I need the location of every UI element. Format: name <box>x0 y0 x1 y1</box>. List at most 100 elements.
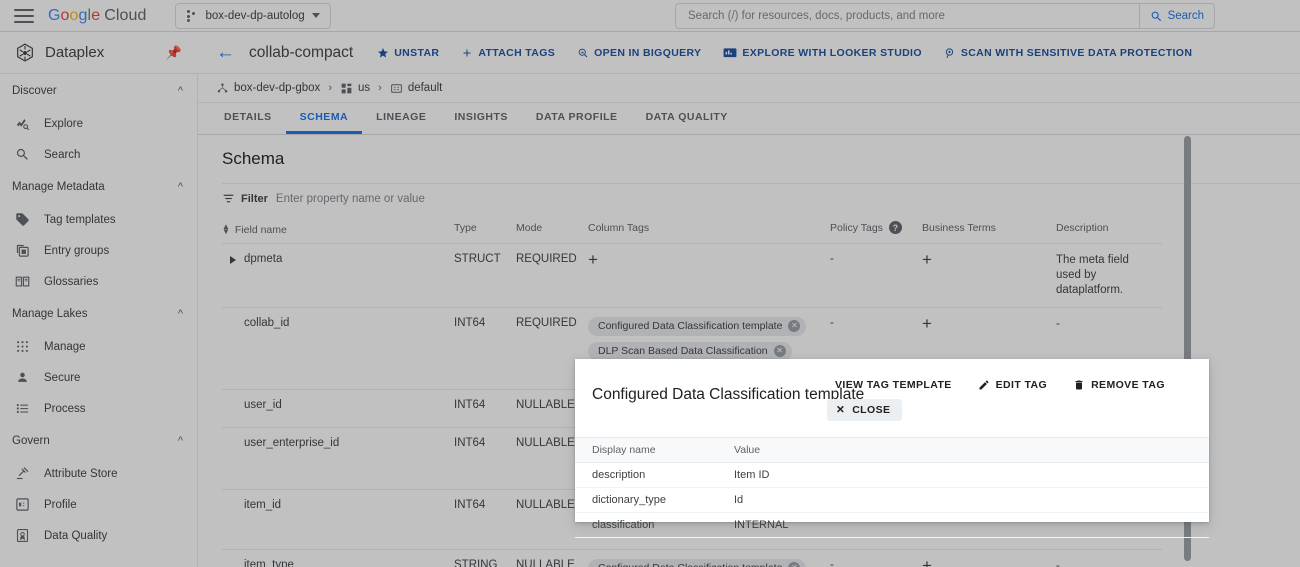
chevron-up-icon[interactable]: ^ <box>178 181 183 193</box>
page-title: collab-compact <box>249 43 354 61</box>
entry-groups-icon <box>14 243 30 259</box>
sidebar-item-tag-templates[interactable]: Tag templates <box>0 204 197 235</box>
sidebar-item-glossaries[interactable]: Glossaries <box>0 266 197 297</box>
cell-field-name: item_id <box>222 489 454 550</box>
view-tag-template-button[interactable]: VIEW TAG TEMPLATE <box>835 379 952 391</box>
project-selector[interactable]: box-dev-dp-autolog <box>174 2 331 29</box>
column-header-type[interactable]: Type <box>454 213 516 244</box>
tab-insights[interactable]: INSIGHTS <box>440 103 522 134</box>
column-tag-chip[interactable]: Configured Data Classification template … <box>588 316 807 336</box>
chevron-up-icon[interactable]: ^ <box>178 435 183 447</box>
pin-icon[interactable]: 📌 <box>166 45 182 61</box>
hamburger-menu-icon[interactable] <box>14 8 34 23</box>
edit-tag-button[interactable]: EDIT TAG <box>978 379 1047 391</box>
sidebar-item-process[interactable]: Process <box>0 393 197 424</box>
tab-data-profile[interactable]: DATA PROFILE <box>522 103 632 134</box>
field-name-label: collab_id <box>244 316 290 329</box>
column-header-description[interactable]: Description <box>1056 213 1162 244</box>
add-business-term-button[interactable]: + <box>922 251 932 268</box>
cell-policy-tags: - <box>830 549 922 567</box>
tab-data-quality[interactable]: DATA QUALITY <box>632 103 742 134</box>
column-header-mode[interactable]: Mode <box>516 213 588 244</box>
sidebar-item-profile[interactable]: Profile <box>0 489 197 520</box>
scan-with-sensitive-data-protection-label: SCAN WITH SENSITIVE DATA PROTECTION <box>960 46 1193 59</box>
close-circle-icon[interactable]: ✕ <box>788 320 801 333</box>
tag-popup-actions: VIEW TAG TEMPLATE EDIT TAG REMOVE TAG <box>835 379 1165 391</box>
explore-icon <box>14 116 30 132</box>
sidebar-item-manage[interactable]: Manage <box>0 331 197 362</box>
sidebar-item-label: Manage <box>44 340 86 353</box>
tab-lineage[interactable]: LINEAGE <box>362 103 440 134</box>
cell-type: STRING <box>454 549 516 567</box>
pencil-icon <box>979 380 989 390</box>
sidebar-item-search[interactable]: Search <box>0 139 197 170</box>
add-business-term-button[interactable]: + <box>922 557 932 567</box>
search-button[interactable]: Search <box>1138 4 1214 28</box>
open-in-bigquery-button[interactable]: OPEN IN BIGQUERY <box>577 47 701 59</box>
table-row[interactable]: item_type STRING NULLABLE Configured Dat… <box>222 549 1162 567</box>
sidebar-group-manage-lakes[interactable]: Manage Lakes ^ <box>0 297 197 331</box>
entity-tab-bar: DETAILS SCHEMA LINEAGE INSIGHTS DATA PRO… <box>198 103 1300 135</box>
close-circle-icon[interactable]: ✕ <box>788 562 801 567</box>
expand-triangle-icon[interactable] <box>230 255 236 264</box>
table-row[interactable]: dpmeta STRUCT REQUIRED + - + The meta fi… <box>222 243 1162 308</box>
explore-with-looker-studio-button[interactable]: EXPLORE WITH LOOKER STUDIO <box>723 47 922 59</box>
cell-business-terms: + <box>922 549 1056 567</box>
add-column-tag-button[interactable]: + <box>588 251 598 268</box>
back-arrow-icon[interactable]: ← <box>216 43 235 62</box>
cell-field-name: item_type <box>222 549 454 567</box>
attach-tags-button[interactable]: ATTACH TAGS <box>461 47 555 59</box>
sidebar-item-label: Process <box>44 402 86 415</box>
column-header-business-terms[interactable]: Business Terms <box>922 213 1056 244</box>
column-tag-label: Configured Data Classification template <box>598 562 782 567</box>
close-circle-icon[interactable]: ✕ <box>773 345 786 358</box>
chevron-up-icon[interactable]: ^ <box>178 85 183 97</box>
tag-popup-header: Configured Data Classification template … <box>575 359 1209 437</box>
column-header-field-name[interactable]: ▲ ▼ Field name <box>222 213 454 244</box>
edit-tag-label: EDIT TAG <box>995 379 1048 391</box>
filter-button[interactable]: Filter <box>222 192 268 205</box>
cell-mode: NULLABLE <box>516 549 588 567</box>
field-name-label: user_id <box>244 398 282 411</box>
remove-tag-button[interactable]: REMOVE TAG <box>1073 379 1165 391</box>
chevron-up-icon[interactable]: ^ <box>178 308 183 320</box>
column-header-column-tags[interactable]: Column Tags <box>588 213 830 244</box>
column-header-value: Value <box>717 437 1209 463</box>
project-dots-icon <box>186 9 199 22</box>
breadcrumb-item-project[interactable]: box-dev-dp-gbox <box>216 82 320 95</box>
column-tag-chip[interactable]: Configured Data Classification template … <box>588 558 807 567</box>
sidebar-item-data-quality[interactable]: Data Quality <box>0 520 197 551</box>
cell-description: - <box>1056 549 1162 567</box>
search-input[interactable] <box>676 4 1139 28</box>
close-label: CLOSE <box>852 404 891 416</box>
cell-column-tags: + <box>588 243 830 308</box>
filter-label: Filter <box>241 192 268 205</box>
sidebar-group-discover[interactable]: Discover ^ <box>0 74 197 108</box>
breadcrumb-item-dataset[interactable]: default <box>390 82 442 95</box>
google-cloud-logo[interactable]: Google Cloud <box>48 7 147 25</box>
sidebar-group-govern[interactable]: Govern ^ <box>0 424 197 458</box>
global-top-bar: Google Cloud box-dev-dp-autolog Search <box>0 0 1300 32</box>
sidebar-item-entry-groups[interactable]: Entry groups <box>0 235 197 266</box>
tab-details[interactable]: DETAILS <box>210 103 286 134</box>
sidebar-item-explore[interactable]: Explore <box>0 108 197 139</box>
sidebar-group-manage-metadata[interactable]: Manage Metadata ^ <box>0 170 197 204</box>
unstar-button[interactable]: UNSTAR <box>377 47 439 59</box>
logo-letter-o2: o <box>69 6 79 24</box>
breadcrumb: box-dev-dp-gbox › us › default <box>198 74 1300 103</box>
sidebar-item-attribute-store[interactable]: Attribute Store <box>0 458 197 489</box>
filter-input[interactable] <box>275 192 1300 205</box>
logo-word-cloud: Cloud <box>104 6 147 24</box>
help-icon[interactable]: ? <box>888 221 902 235</box>
breadcrumb-item-region[interactable]: us <box>340 82 370 95</box>
column-tag-label: DLP Scan Based Data Classification <box>598 345 768 358</box>
column-header-label: Policy Tags <box>830 221 883 234</box>
scan-with-sensitive-data-protection-button[interactable]: SCAN WITH SENSITIVE DATA PROTECTION <box>944 47 1192 59</box>
add-business-term-button[interactable]: + <box>922 315 932 332</box>
sidebar-item-secure[interactable]: Secure <box>0 362 197 393</box>
column-header-policy-tags[interactable]: Policy Tags ? <box>830 213 922 244</box>
tab-schema[interactable]: SCHEMA <box>285 103 363 134</box>
sort-icon[interactable]: ▲ ▼ <box>222 223 230 236</box>
product-header-right: ← collab-compact UNSTAR ATTACH TAGS OPEN… <box>198 32 1300 74</box>
close-button[interactable]: ✕ CLOSE <box>827 399 903 421</box>
